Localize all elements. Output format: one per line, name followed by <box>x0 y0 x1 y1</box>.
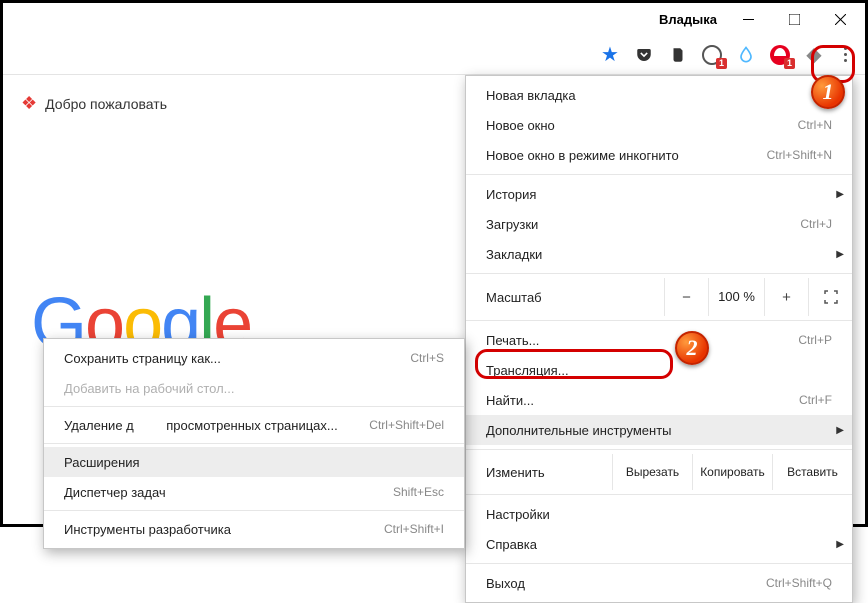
menu-find[interactable]: Найти...Ctrl+F <box>466 385 852 415</box>
submenu-task-manager[interactable]: Диспетчер задачShift+Esc <box>44 477 464 507</box>
menu-print[interactable]: Печать...Ctrl+P <box>466 325 852 355</box>
paste-button[interactable]: Вставить <box>772 454 852 490</box>
opera-badge: 1 <box>716 58 727 69</box>
menu-help[interactable]: Справка▶ <box>466 529 852 559</box>
evernote-icon[interactable] <box>665 42 691 68</box>
submenu-dev-tools[interactable]: Инструменты разработчикаCtrl+Shift+I <box>44 514 464 544</box>
menu-button[interactable] <box>831 41 859 69</box>
menu-separator <box>466 449 852 450</box>
chevron-right-icon: ▶ <box>836 189 844 200</box>
menu-settings[interactable]: Настройки <box>466 499 852 529</box>
fullscreen-button[interactable] <box>808 278 852 316</box>
user-label: Владыка <box>659 12 717 27</box>
minimize-button[interactable] <box>725 3 771 35</box>
chevron-right-icon: ▶ <box>836 249 844 260</box>
submenu-separator <box>44 510 464 511</box>
menu-edit-row: Изменить Вырезать Копировать Вставить <box>466 454 852 490</box>
chevron-right-icon: ▶ <box>836 425 844 436</box>
opera-icon[interactable]: 1 <box>699 42 725 68</box>
opera-red-icon[interactable]: 1 <box>767 42 793 68</box>
menu-incognito[interactable]: Новое окно в режиме инкогнитоCtrl+Shift+… <box>466 140 852 170</box>
window-titlebar: Владыка <box>3 3 865 35</box>
addon-icon[interactable]: ◆ <box>801 42 827 68</box>
welcome-text: Добро пожаловать <box>45 96 167 112</box>
submenu-separator <box>44 406 464 407</box>
zoom-in-button[interactable]: + <box>764 278 808 316</box>
drop-icon[interactable] <box>733 42 759 68</box>
menu-exit[interactable]: ВыходCtrl+Shift+Q <box>466 568 852 598</box>
submenu-clear-browsing[interactable]: Удаление д просмотренных страницах...Ctr… <box>44 410 464 440</box>
menu-separator <box>466 320 852 321</box>
zoom-value: 100 % <box>708 278 764 316</box>
zoom-out-button[interactable]: − <box>664 278 708 316</box>
welcome-strip: ❖ Добро пожаловать <box>21 93 167 114</box>
menu-separator <box>466 563 852 564</box>
menu-zoom-row: Масштаб − 100 % + <box>466 278 852 316</box>
edit-label: Изменить <box>486 465 612 480</box>
main-menu: Новая вкладка Новое окноCtrl+N Новое окн… <box>465 75 853 603</box>
menu-bookmarks[interactable]: Закладки▶ <box>466 239 852 269</box>
pocket-icon[interactable] <box>631 42 657 68</box>
menu-history[interactable]: История▶ <box>466 179 852 209</box>
welcome-icon: ❖ <box>21 93 37 114</box>
copy-button[interactable]: Копировать <box>692 454 772 490</box>
submenu-separator <box>44 443 464 444</box>
more-tools-submenu: Сохранить страницу как...Ctrl+S Добавить… <box>43 338 465 549</box>
submenu-add-desktop: Добавить на рабочий стол... <box>44 373 464 403</box>
maximize-button[interactable] <box>771 3 817 35</box>
close-button[interactable] <box>817 3 863 35</box>
zoom-label: Масштаб <box>486 290 664 305</box>
menu-cast[interactable]: Трансляция... <box>466 355 852 385</box>
menu-more-tools[interactable]: Дополнительные инструменты▶ <box>466 415 852 445</box>
browser-toolbar: ★ 1 1 ◆ <box>3 35 865 75</box>
cut-button[interactable]: Вырезать <box>612 454 692 490</box>
submenu-extensions[interactable]: Расширения <box>44 447 464 477</box>
menu-separator <box>466 174 852 175</box>
menu-separator <box>466 273 852 274</box>
submenu-save-page[interactable]: Сохранить страницу как...Ctrl+S <box>44 343 464 373</box>
opera-red-badge: 1 <box>784 58 795 69</box>
menu-new-window[interactable]: Новое окноCtrl+N <box>466 110 852 140</box>
bookmark-star-icon[interactable]: ★ <box>597 42 623 68</box>
menu-separator <box>466 494 852 495</box>
menu-downloads[interactable]: ЗагрузкиCtrl+J <box>466 209 852 239</box>
chevron-right-icon: ▶ <box>836 539 844 550</box>
menu-new-tab[interactable]: Новая вкладка <box>466 80 852 110</box>
